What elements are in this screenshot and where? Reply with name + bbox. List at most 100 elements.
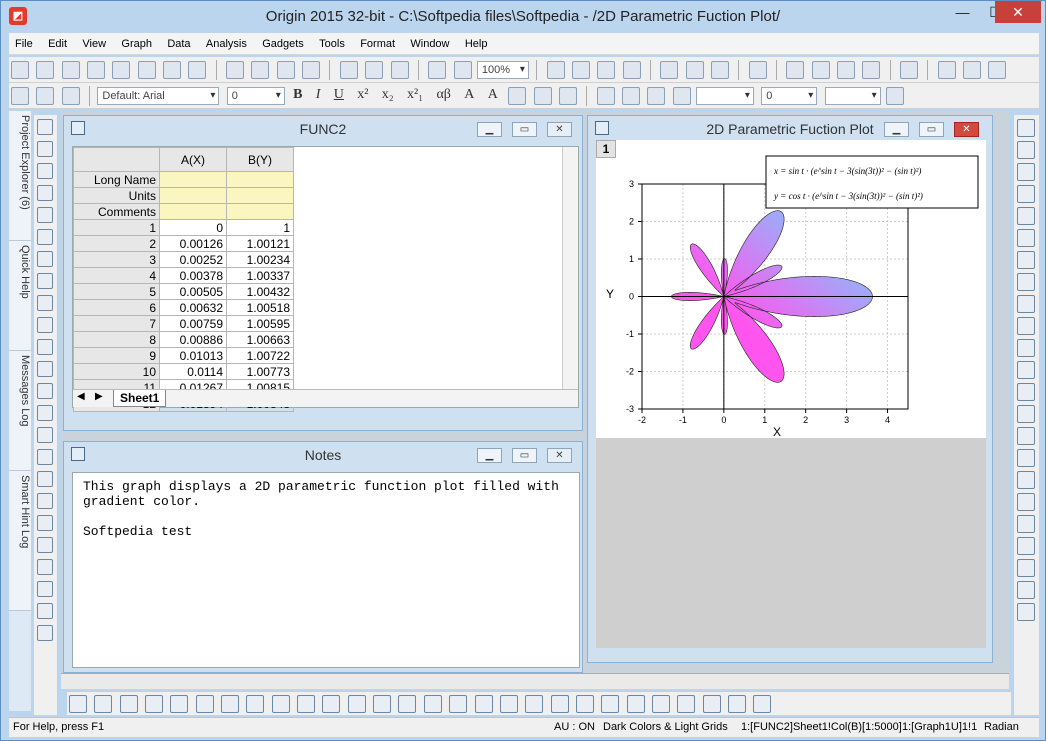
import-ascii-icon[interactable] [365, 61, 384, 79]
bar-plot-icon[interactable] [195, 695, 214, 713]
cell[interactable]: 1.00337 [226, 267, 294, 284]
data-selector-icon[interactable] [37, 207, 53, 223]
star-icon[interactable] [37, 559, 53, 575]
column-header-a[interactable]: A(X) [159, 147, 227, 172]
cell[interactable]: 1.00121 [226, 235, 294, 252]
cell[interactable]: 0.00505 [159, 283, 227, 300]
zoom-out-icon[interactable] [37, 163, 53, 179]
fill-color-icon[interactable] [596, 87, 615, 105]
font-select[interactable]: Default: Arial [97, 87, 220, 105]
align-icon[interactable] [508, 87, 527, 105]
menu-view[interactable]: View [76, 33, 112, 55]
graph-page[interactable]: 1 -2 -1 0 1 2 3 4 3 2 1 0 -1 -2 -3 X Y x… [596, 140, 986, 438]
menu-data[interactable]: Data [161, 33, 196, 55]
grid-icon[interactable] [885, 87, 904, 105]
cell[interactable]: 1.00432 [226, 283, 294, 300]
results-log-icon[interactable] [660, 61, 679, 79]
draw-data-icon[interactable] [37, 273, 53, 289]
add-column-icon[interactable] [900, 61, 919, 79]
print-icon[interactable] [546, 61, 565, 79]
menu-format[interactable]: Format [354, 33, 401, 55]
table-row[interactable]: 4 0.00378 1.00337 [73, 267, 294, 284]
command-window-icon[interactable] [685, 61, 704, 79]
scale-icon[interactable] [37, 537, 53, 553]
cell[interactable] [159, 171, 227, 188]
cell[interactable] [159, 203, 227, 220]
italic-button[interactable]: I [316, 87, 321, 103]
swap-icon[interactable] [525, 695, 544, 713]
cell[interactable]: 0.00759 [159, 315, 227, 332]
line-tool-icon[interactable] [37, 339, 53, 355]
calculator-icon[interactable] [837, 61, 856, 79]
ungroup-icon[interactable] [1017, 427, 1035, 445]
hand-tool-icon[interactable] [37, 383, 53, 399]
3d-surface-icon[interactable] [322, 695, 341, 713]
paste-icon[interactable] [61, 87, 80, 105]
new-notes-icon[interactable] [163, 61, 182, 79]
workbook-window[interactable]: FUNC2 ▁ ▭ ✕ A(X) B(Y) Long Name Units Co… [63, 115, 583, 431]
cell[interactable] [159, 187, 227, 204]
cell[interactable] [226, 171, 294, 188]
3d-wire-icon[interactable] [398, 695, 417, 713]
sum-icon[interactable] [937, 61, 956, 79]
move-tool-icon[interactable] [37, 449, 53, 465]
image-plot-icon[interactable] [474, 695, 493, 713]
notes-restore-button[interactable]: ▭ [512, 448, 537, 463]
front-icon[interactable] [1017, 449, 1035, 467]
contour-icon[interactable] [423, 695, 442, 713]
axis-icon[interactable] [1017, 185, 1035, 203]
cell[interactable]: 0.00126 [159, 235, 227, 252]
line-color-icon[interactable] [647, 87, 666, 105]
spread-icon[interactable] [550, 695, 569, 713]
equation-icon[interactable] [37, 405, 53, 421]
ruler-icon[interactable] [37, 581, 53, 597]
cell[interactable]: 0.00886 [159, 331, 227, 348]
notes-text[interactable]: This graph displays a 2D parametric func… [72, 472, 580, 668]
cell[interactable]: 1.00663 [226, 331, 294, 348]
code-builder-icon[interactable] [597, 61, 616, 79]
new-matrix-icon[interactable] [87, 61, 106, 79]
refresh-icon[interactable] [571, 61, 590, 79]
new-project-icon[interactable] [11, 61, 29, 79]
sheet-next-icon[interactable]: ▶ [95, 391, 103, 402]
line-symbol-plot-icon[interactable] [119, 695, 138, 713]
open-template-icon[interactable] [251, 61, 270, 79]
3d-scatter-icon[interactable] [373, 695, 392, 713]
table-row[interactable]: 8 0.00886 1.00663 [73, 331, 294, 348]
subscript-button[interactable]: x₂ [382, 87, 394, 103]
film-icon[interactable] [622, 61, 641, 79]
cell[interactable] [226, 203, 294, 220]
settings-icon[interactable] [862, 61, 881, 79]
pointer-icon[interactable] [37, 119, 53, 135]
workspace-horizontal-scrollbar[interactable] [61, 673, 1009, 689]
table-row[interactable]: 9 0.01013 1.00722 [73, 347, 294, 364]
save-project-icon[interactable] [276, 61, 295, 79]
add-layer-icon[interactable] [1017, 207, 1035, 225]
increase-font-button[interactable]: A [464, 87, 474, 103]
back-icon[interactable] [1017, 471, 1035, 489]
folder-icon[interactable] [37, 625, 53, 641]
menu-tools[interactable]: Tools [313, 33, 351, 55]
table-row[interactable]: 10 0.0114 1.00773 [73, 363, 294, 380]
superscript-button[interactable]: x² [357, 87, 368, 103]
template-plot-icon[interactable] [297, 695, 316, 713]
layer-icon[interactable] [37, 471, 53, 487]
tilt-icon[interactable] [651, 695, 670, 713]
area-plot-icon[interactable] [221, 695, 240, 713]
rectangle-tool-icon[interactable] [37, 361, 53, 377]
tab-messages-log[interactable]: Messages Log [9, 351, 31, 471]
graph-restore-button[interactable]: ▭ [919, 122, 944, 137]
new-graph-icon[interactable] [61, 61, 80, 79]
sheet-prev-icon[interactable]: ◀ [77, 391, 85, 402]
screen-reader-icon[interactable] [37, 185, 53, 201]
cell[interactable]: 0 [159, 219, 227, 236]
cell[interactable]: 0.00252 [159, 251, 227, 268]
align-left-icon[interactable] [1017, 295, 1035, 313]
table-row[interactable]: 6 0.00632 1.00518 [73, 299, 294, 316]
sort-icon[interactable] [988, 61, 1007, 79]
lines-icon[interactable] [37, 493, 53, 509]
menu-window[interactable]: Window [404, 33, 455, 55]
column-plot-icon[interactable] [145, 695, 164, 713]
align-bottom-icon[interactable] [1017, 361, 1035, 379]
stock-plot-icon[interactable] [271, 695, 290, 713]
